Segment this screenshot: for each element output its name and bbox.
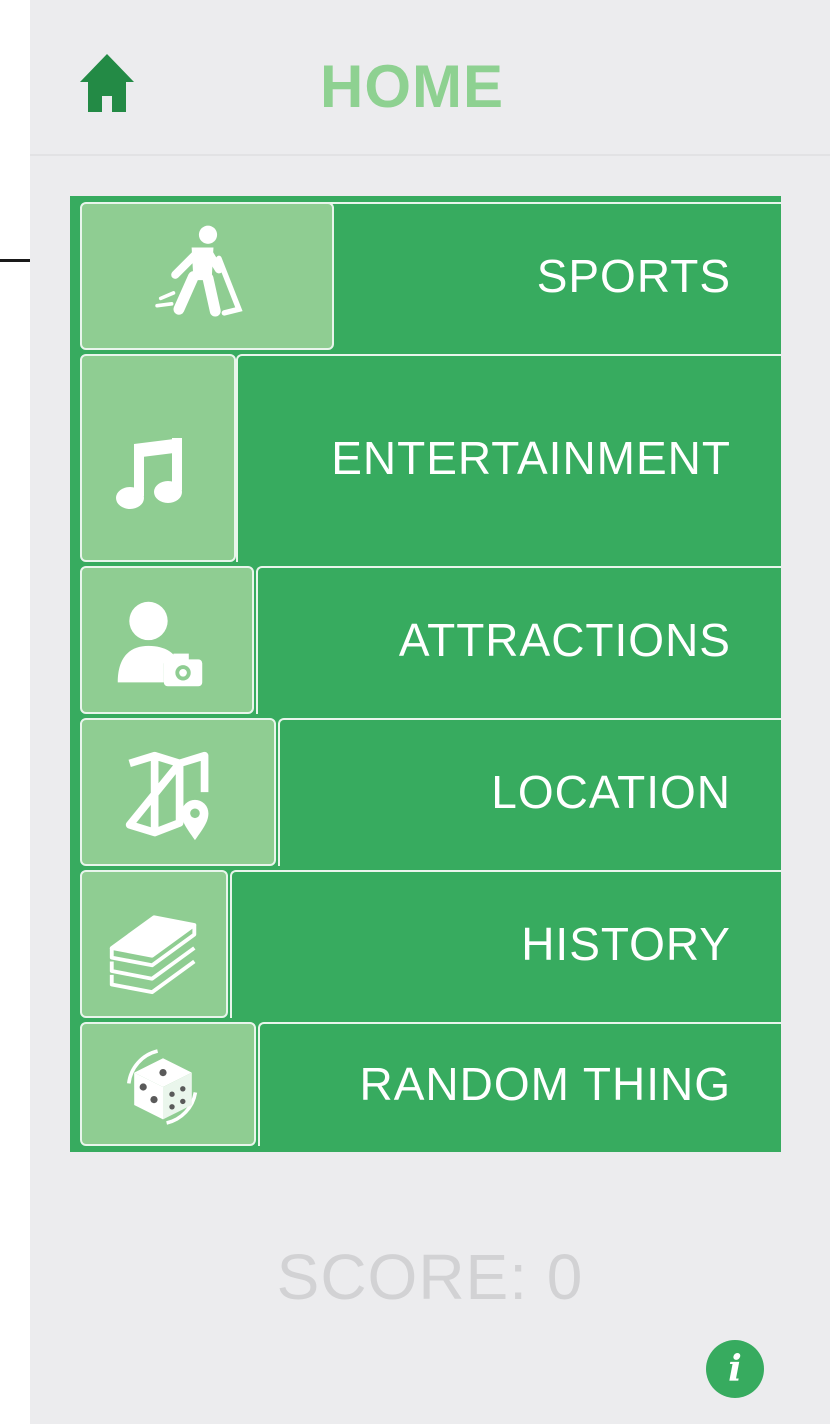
- menu-item-entertainment[interactable]: ENTERTAINMENT: [70, 354, 781, 562]
- menu-label: SPORTS: [536, 250, 731, 302]
- dice-icon: [127, 1049, 198, 1125]
- score-label: SCORE: 0: [276, 1241, 584, 1313]
- menu-tile: [80, 1022, 256, 1146]
- menu-tile: [80, 566, 254, 714]
- hockey-player-icon: [155, 225, 243, 317]
- app-screen: HOME SPORTS ENTERTAINMENT ATTRACTIONS LO…: [30, 0, 830, 1424]
- tourist-camera-icon: [117, 601, 203, 687]
- menu-tile: [80, 870, 228, 1018]
- menu-label: RANDOM THING: [359, 1058, 731, 1110]
- menu-item-location[interactable]: LOCATION: [70, 718, 781, 866]
- page-title: HOME: [320, 53, 504, 120]
- menu-item-random-thing[interactable]: RANDOM THING: [70, 1022, 781, 1146]
- menu-tile: [80, 354, 236, 562]
- menu-item-attractions[interactable]: ATTRACTIONS: [70, 566, 781, 714]
- menu-label: ATTRACTIONS: [398, 614, 731, 666]
- map-pin-icon: [125, 751, 209, 841]
- home-icon[interactable]: [78, 52, 136, 114]
- info-icon[interactable]: i: [706, 1340, 764, 1398]
- category-menu: SPORTS ENTERTAINMENT ATTRACTIONS LOCATIO…: [70, 196, 781, 1152]
- menu-label: HISTORY: [521, 918, 731, 970]
- menu-label: ENTERTAINMENT: [331, 432, 731, 484]
- music-note-icon: [116, 438, 182, 509]
- header-bar: HOME: [30, 0, 830, 156]
- menu-item-history[interactable]: HISTORY: [70, 870, 781, 1018]
- menu-tile: [80, 202, 334, 350]
- menu-label: LOCATION: [491, 766, 731, 818]
- books-icon: [109, 915, 197, 995]
- menu-item-sports[interactable]: SPORTS: [70, 202, 781, 350]
- menu-tile: [80, 718, 276, 866]
